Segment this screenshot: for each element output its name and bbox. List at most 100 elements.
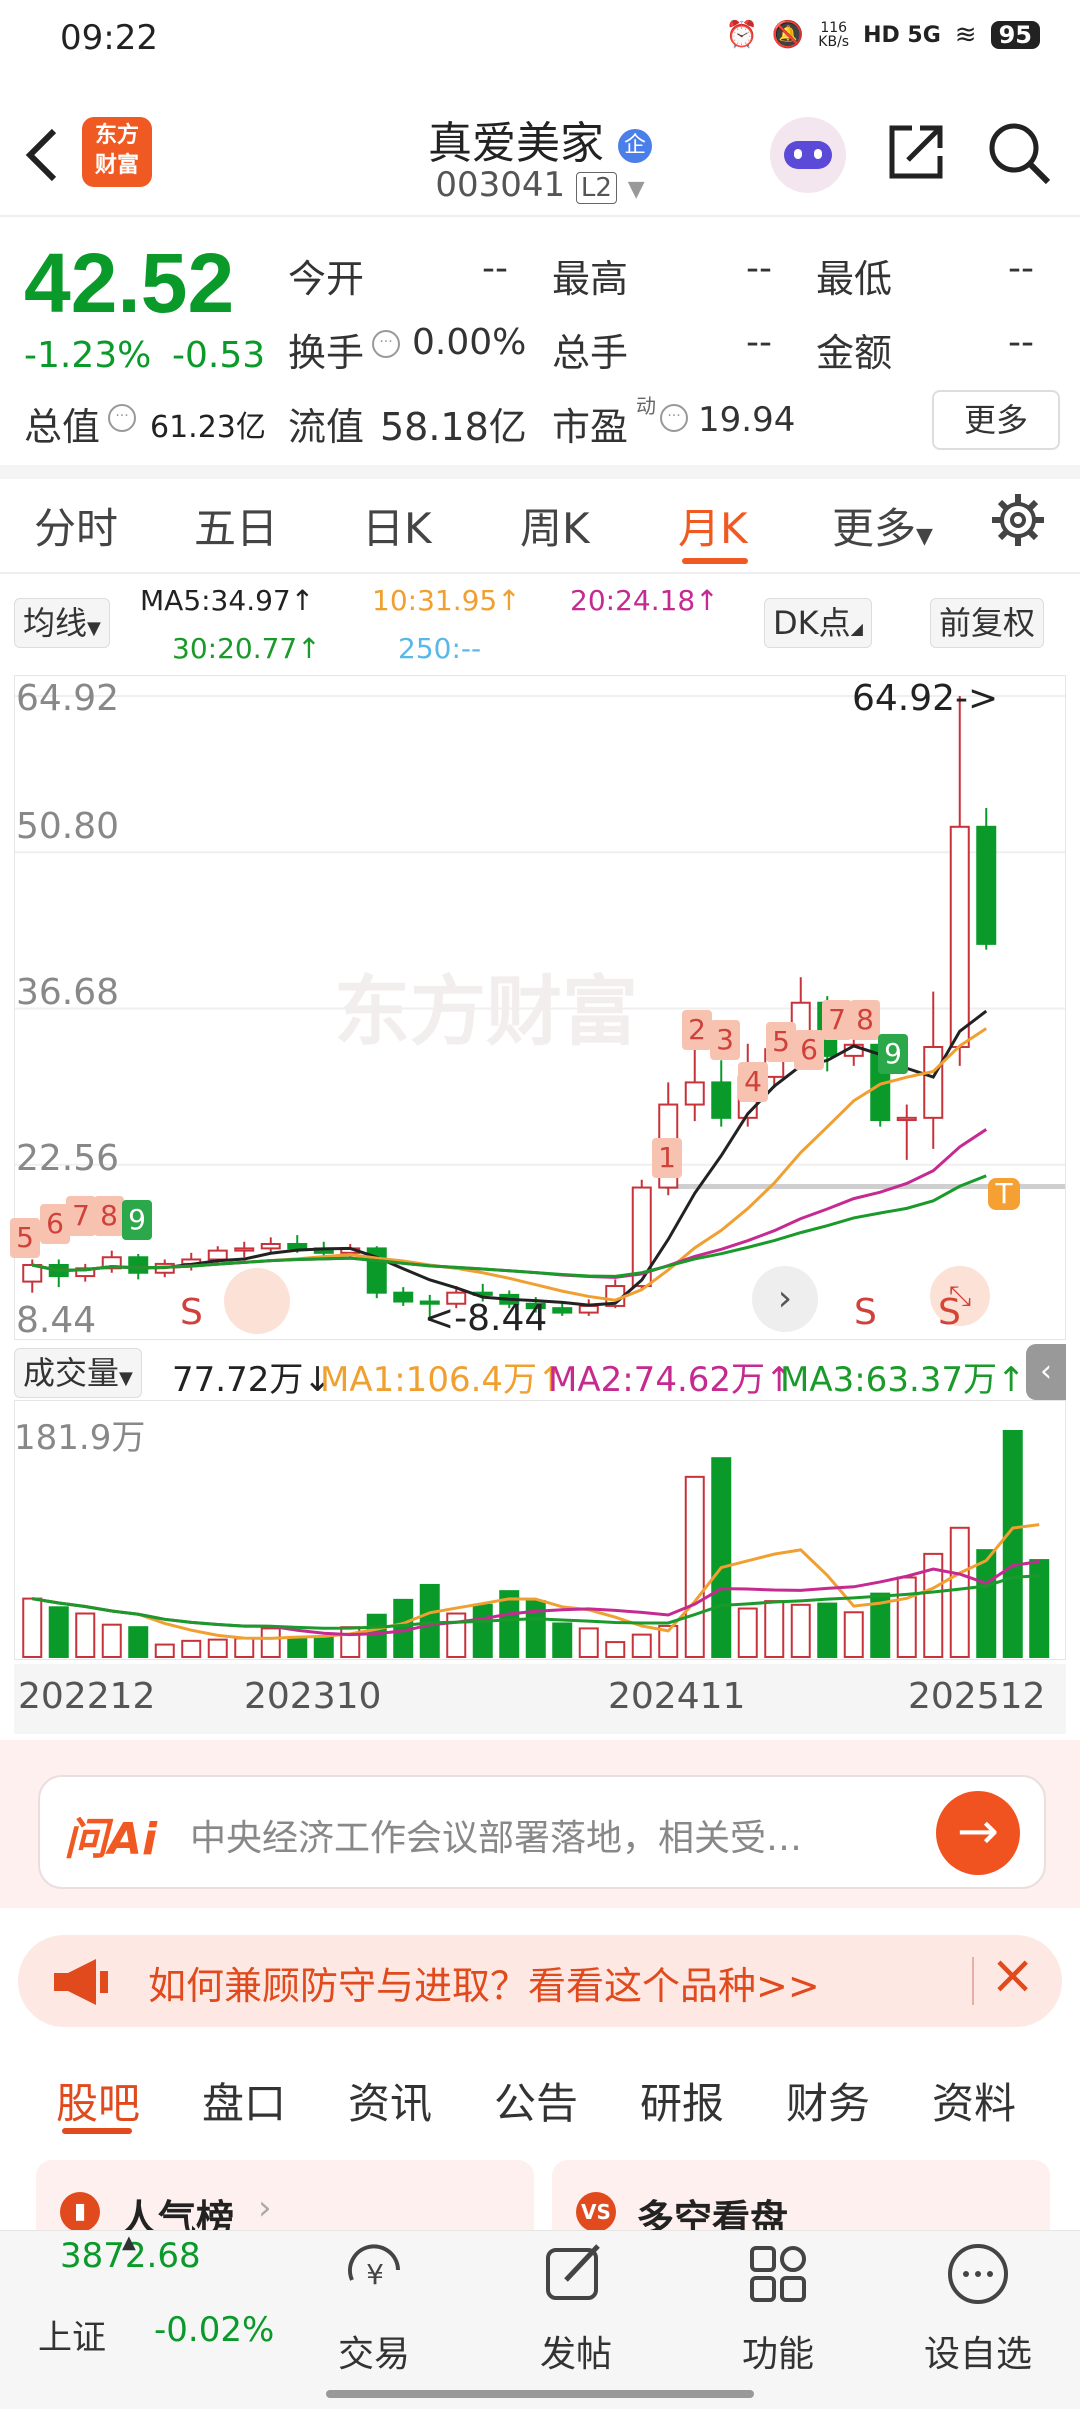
total-cap-value: 61.23亿 [150,410,266,445]
candle-body [260,1242,281,1250]
caret-down-icon: ▼ [87,618,101,639]
low-value: -- [1008,248,1034,289]
volume-indicator-select[interactable]: 成交量▼ [14,1348,142,1398]
ranking-icon: ▮ [60,2192,100,2232]
tab-five-day[interactable]: 五日 [194,495,278,556]
tab-monthly-k[interactable]: 月K [678,495,748,556]
chart-right-nav-icon[interactable]: › [752,1266,818,1332]
nav-functions[interactable]: 功能 [698,2325,858,2377]
volume-bar [101,1623,122,1658]
tab-daily-k[interactable]: 日K [362,495,432,556]
y-axis-label: 36.68 [16,972,120,1013]
tab-guba[interactable]: 股吧 [56,2070,140,2131]
nav-trade[interactable]: 交易 [294,2325,454,2377]
share-icon[interactable] [884,120,948,184]
indicator-select-label: 均线 [23,604,88,642]
dk-point-label: DK点 [773,604,851,642]
caret-down-icon: ▼ [119,1368,133,1389]
volume-bar [181,1639,202,1658]
more-quote-button[interactable]: 更多 [932,390,1060,450]
tab-more[interactable]: 更多▼ [832,495,933,556]
info-icon[interactable]: ··· [372,330,400,358]
amount-value: -- [1008,322,1034,363]
ai-search-bar[interactable]: 问Ai 中央经济工作会议部署落地，相关受… → [38,1775,1046,1889]
total-cap-label: 总值 [24,405,101,449]
expand-chart-icon[interactable]: ⤡ [930,1266,990,1326]
tab-intraday[interactable]: 分时 [34,495,118,556]
volume-value: -- [746,322,772,363]
nav-add-watchlist[interactable]: 设自选 [898,2325,1058,2377]
candle-body [711,1081,732,1119]
volume-bar [48,1606,69,1659]
sell-mark: S [180,1292,203,1333]
tab-announcements[interactable]: 公告 [494,2070,578,2131]
volume-indicator-label: 成交量 [23,1354,120,1392]
tab-profile[interactable]: 资料 [932,2070,1016,2131]
t-signal-mark: T [988,1178,1020,1210]
bull-bear-card[interactable]: VS 多空看盘 [552,2160,1050,2241]
sell-mark: S [854,1292,877,1333]
index-name: 上证 [38,2318,106,2358]
volume-current: 77.72万↓ [172,1360,332,1400]
tab-pankou[interactable]: 盘口 [202,2070,286,2131]
settings-gear-icon[interactable] [990,492,1046,548]
indicator-select[interactable]: 均线▼ [14,598,110,648]
bottom-tab-indicator [62,2128,132,2134]
tab-finance[interactable]: 财务 [786,2070,870,2131]
vs-icon: VS [576,2192,616,2232]
volume-bar [843,1611,864,1658]
trade-icon[interactable]: ¥ [340,2240,410,2310]
collapse-side-icon[interactable]: ‹ [1026,1344,1066,1400]
ma10-value: 10:31.95↑ [372,584,521,617]
status-time: 09:22 [60,18,158,58]
tab-weekly-k[interactable]: 周K [520,495,590,556]
volume-bar [287,1637,308,1659]
section-separator [0,465,1080,479]
volume-chart-svg [22,1430,1050,1659]
functions-grid-icon[interactable] [744,2240,814,2310]
ma5-value: MA5:34.97↑ [140,584,315,617]
volume-chart[interactable] [14,1400,1066,1660]
alarm-icon: ⏰ [725,20,758,50]
info-icon[interactable]: ··· [108,404,136,432]
chart-left-nav-icon[interactable] [224,1268,290,1334]
add-watchlist-icon[interactable] [944,2240,1014,2310]
y-axis-label: 22.56 [16,1138,120,1179]
volume-label: 总手 [552,331,629,375]
min-price-marker: <-8.44 [424,1298,548,1339]
last-price: 42.52 [24,236,235,330]
volume-bar [896,1576,917,1658]
volume-bar [234,1637,255,1659]
promo-banner[interactable]: 如何兼顾防守与进取？看看这个品种>> × [18,1935,1062,2027]
volume-bar [154,1643,175,1659]
post-icon[interactable] [540,2240,610,2310]
volume-bar [949,1526,970,1658]
ai-submit-arrow-icon[interactable]: → [936,1791,1020,1875]
count-mark: 5 [10,1218,40,1258]
adjust-mode-button[interactable]: 前复权 [930,598,1045,648]
popularity-card[interactable]: ▮ 人气榜 › [36,2160,534,2241]
open-label: 今开 [288,257,365,301]
pe-dynamic-mark: 动 [636,394,656,418]
candle-body [684,1081,705,1106]
assistant-robot-icon[interactable] [770,117,846,193]
count-mark: 1 [652,1138,682,1178]
close-icon[interactable]: × [990,1943,1035,2006]
tab-news[interactable]: 资讯 [348,2070,432,2131]
volume-bar [128,1626,149,1658]
mute-icon: 🔕 [771,20,805,50]
search-icon[interactable] [986,120,1054,188]
candle-body [552,1307,573,1314]
home-indicator [326,2390,754,2398]
network-speed: 116 KB/s [818,20,850,50]
turnover-label: 换手 [288,331,365,375]
volume-bar [22,1597,43,1658]
volume-max-label: 181.9万 [14,1418,146,1458]
nav-post[interactable]: 发帖 [496,2325,656,2377]
info-icon[interactable]: ··· [660,404,688,432]
count-mark: 8 [850,1000,880,1040]
ai-prompt-text: 中央经济工作会议部署落地，相关受… [190,1818,803,1859]
dk-point-button[interactable]: DK点◢ [764,598,872,648]
candle-body [896,1116,917,1122]
tab-research[interactable]: 研报 [640,2070,724,2131]
